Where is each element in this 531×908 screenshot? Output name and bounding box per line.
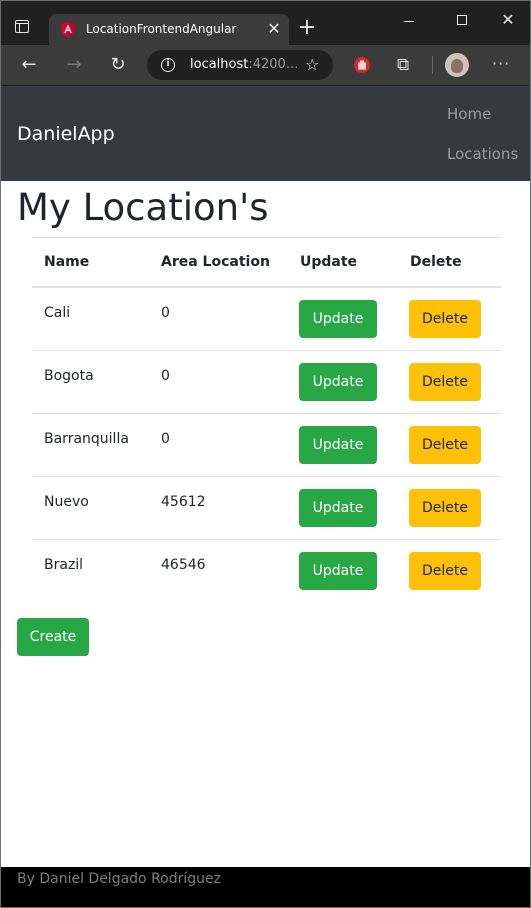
tab-title: LocationFrontendAngular bbox=[86, 22, 237, 36]
header-update: Update bbox=[300, 254, 358, 270]
cell-area: 0 bbox=[161, 305, 170, 321]
delete-button[interactable]: Delete bbox=[409, 552, 481, 590]
app-navbar: DanielApp Home Locations bbox=[1, 86, 530, 181]
angular-logo-icon bbox=[61, 22, 75, 37]
url-port: :4200... bbox=[248, 57, 299, 72]
delete-button[interactable]: Delete bbox=[409, 300, 481, 338]
tab-bar: LocationFrontendAngular ✕ + ✕ bbox=[1, 1, 530, 45]
nav-link-home[interactable]: Home bbox=[447, 105, 491, 123]
delete-button[interactable]: Delete bbox=[409, 426, 481, 464]
locations-table: Name Area Location Update Delete Cali 0 … bbox=[32, 237, 501, 602]
header-area-location: Area Location bbox=[161, 254, 270, 270]
table-row: Cali 0 Update Delete bbox=[32, 288, 501, 350]
cell-area: 0 bbox=[161, 368, 170, 384]
window-tabs-icon[interactable] bbox=[15, 20, 29, 33]
footer-text: By Daniel Delgado Rodríguez bbox=[17, 871, 221, 887]
browser-window: LocationFrontendAngular ✕ + ✕ ← → ↻ i lo… bbox=[0, 0, 531, 908]
update-button[interactable]: Update bbox=[299, 300, 377, 338]
toolbar-divider bbox=[432, 56, 433, 74]
table-row: Nuevo 45612 Update Delete bbox=[32, 476, 501, 539]
avatar[interactable] bbox=[445, 53, 469, 77]
cell-name: Nuevo bbox=[44, 494, 89, 510]
navbar-brand[interactable]: DanielApp bbox=[17, 123, 115, 145]
table-row: Bogota 0 Update Delete bbox=[32, 350, 501, 413]
new-tab-button[interactable]: + bbox=[297, 17, 317, 39]
url-input[interactable]: i localhost:4200... ☆ bbox=[147, 50, 333, 80]
maximize-icon[interactable] bbox=[452, 11, 472, 31]
cell-name: Cali bbox=[44, 305, 71, 321]
cell-area: 45612 bbox=[161, 494, 206, 510]
cell-name: Brazil bbox=[44, 557, 84, 573]
update-button[interactable]: Update bbox=[299, 363, 377, 401]
cell-area: 0 bbox=[161, 431, 170, 447]
delete-button[interactable]: Delete bbox=[409, 489, 481, 527]
address-bar: ← → ↻ i localhost:4200... ☆ ⧉ ··· bbox=[1, 45, 530, 86]
reload-icon[interactable]: ↻ bbox=[106, 53, 130, 77]
minimize-icon[interactable] bbox=[399, 11, 419, 31]
footer: By Daniel Delgado Rodríguez bbox=[1, 867, 530, 907]
back-arrow-icon[interactable]: ← bbox=[17, 53, 41, 77]
browser-tab[interactable]: LocationFrontendAngular ✕ bbox=[49, 14, 289, 45]
nav-link-locations[interactable]: Locations bbox=[447, 145, 518, 163]
url-text: localhost:4200... bbox=[190, 57, 298, 72]
update-button[interactable]: Update bbox=[299, 489, 377, 527]
tab-close-icon[interactable]: ✕ bbox=[266, 20, 282, 38]
info-icon[interactable]: i bbox=[161, 58, 175, 72]
cell-name: Bogota bbox=[44, 368, 94, 384]
hand-stop-icon[interactable] bbox=[353, 55, 371, 75]
create-button[interactable]: Create bbox=[17, 618, 89, 656]
cell-area: 46546 bbox=[161, 557, 206, 573]
table-row: Brazil 46546 Update Delete bbox=[32, 539, 501, 602]
window-close-icon[interactable]: ✕ bbox=[498, 11, 518, 31]
header-name: Name bbox=[44, 254, 90, 270]
table-row: Barranquilla 0 Update Delete bbox=[32, 413, 501, 476]
cell-name: Barranquilla bbox=[44, 431, 129, 447]
header-delete: Delete bbox=[410, 254, 462, 270]
table-header: Name Area Location Update Delete bbox=[32, 237, 501, 288]
more-icon[interactable]: ··· bbox=[492, 53, 510, 75]
star-add-icon[interactable]: ☆ bbox=[305, 55, 319, 75]
page-title: My Location's bbox=[17, 186, 269, 229]
table-body: Cali 0 Update Delete Bogota 0 Update Del… bbox=[32, 288, 501, 602]
delete-button[interactable]: Delete bbox=[409, 363, 481, 401]
update-button[interactable]: Update bbox=[299, 552, 377, 590]
puzzle-icon[interactable]: ⧉ bbox=[397, 54, 409, 76]
update-button[interactable]: Update bbox=[299, 426, 377, 464]
url-host: localhost bbox=[190, 57, 249, 72]
forward-arrow-icon[interactable]: → bbox=[62, 53, 86, 77]
